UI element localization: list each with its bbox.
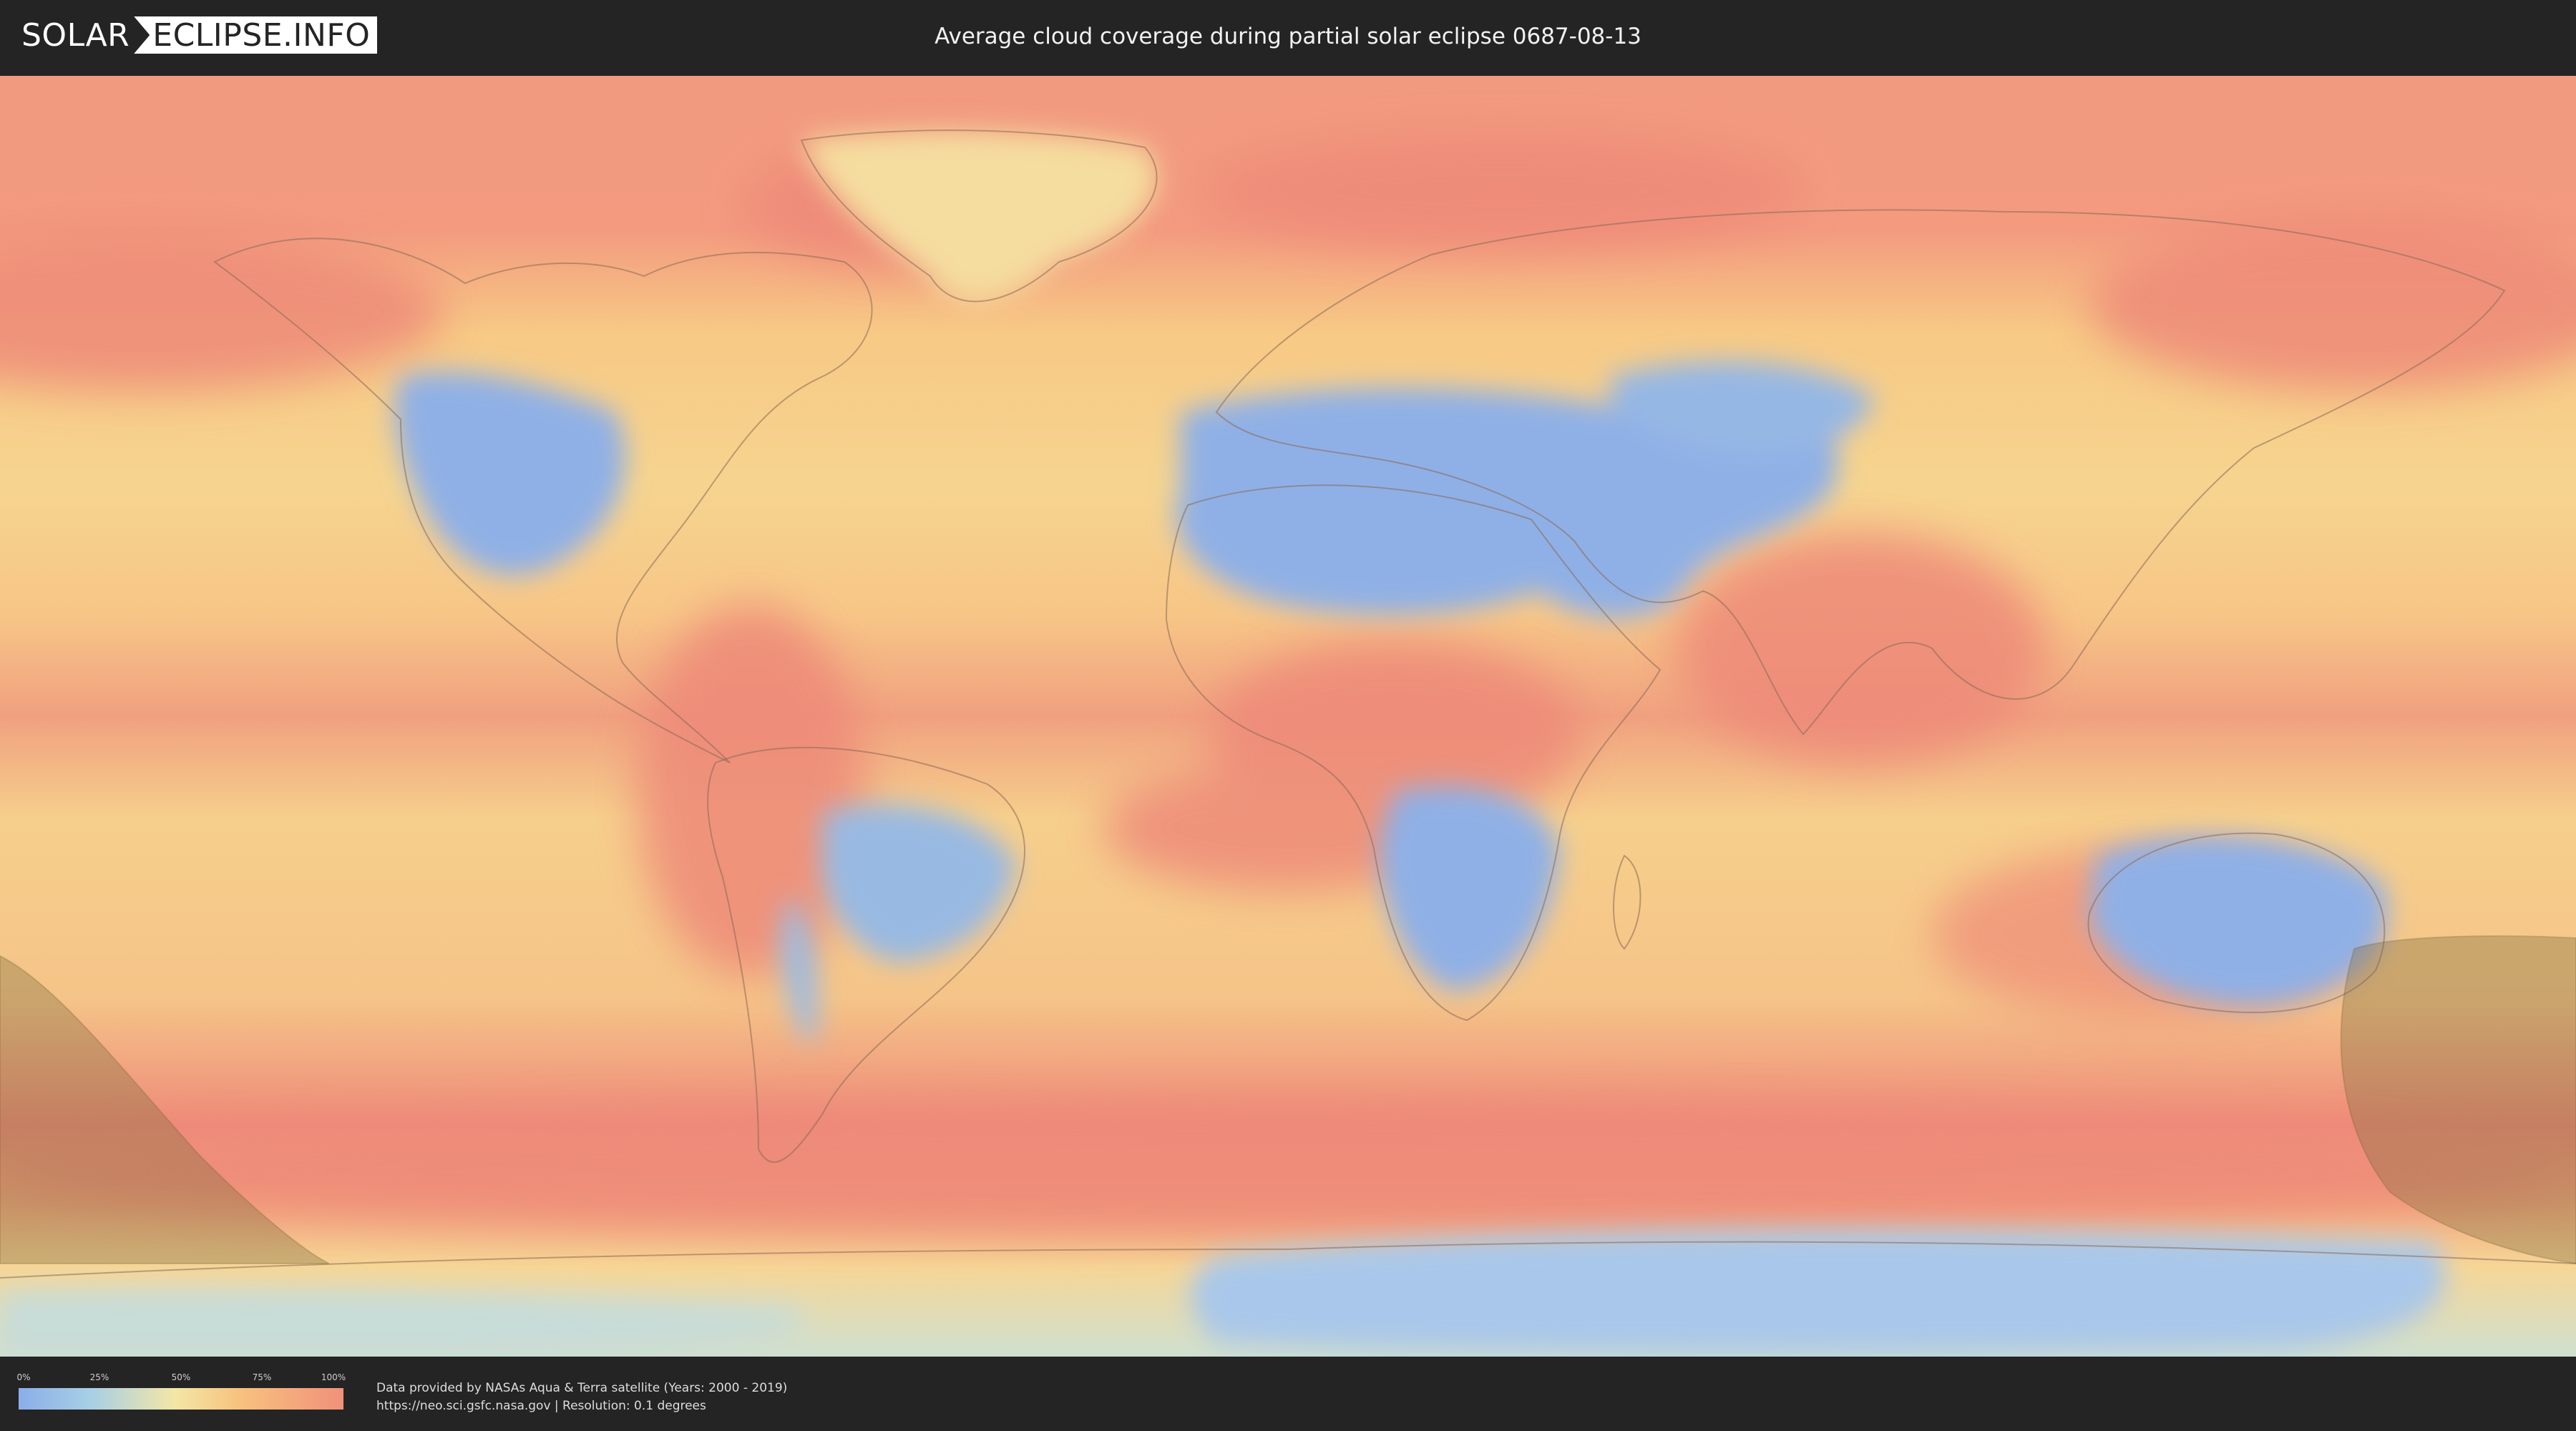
legend-color-bar: [19, 1388, 343, 1410]
legend-tick-100: 100%: [321, 1372, 346, 1382]
legend-tick-50: 50%: [171, 1372, 191, 1382]
cloud-coverage-map[interactable]: [0, 76, 2576, 1357]
credit-line-source: Data provided by NASAs Aqua & Terra sate…: [376, 1381, 788, 1395]
header-bar: SOLAR ECLIPSE.INFO Average cloud coverag…: [0, 0, 2576, 73]
legend-tick-75: 75%: [252, 1372, 272, 1382]
cloud-coverage-legend: 0% 25% 50% 75% 100%: [16, 1372, 346, 1410]
legend-ticks: 0% 25% 50% 75% 100%: [16, 1372, 346, 1384]
footer-bar: 0% 25% 50% 75% 100% Data provided by NAS…: [0, 1358, 2576, 1431]
credit-line-url[interactable]: https://neo.sci.gsfc.nasa.gov | Resoluti…: [376, 1397, 787, 1415]
page-title: Average cloud coverage during partial so…: [935, 24, 1641, 49]
legend-tick-0: 0%: [16, 1372, 31, 1382]
world-map-svg: [0, 76, 2576, 1357]
legend-tick-25: 25%: [89, 1372, 109, 1382]
data-credits: Data provided by NASAs Aqua & Terra sate…: [376, 1379, 787, 1415]
